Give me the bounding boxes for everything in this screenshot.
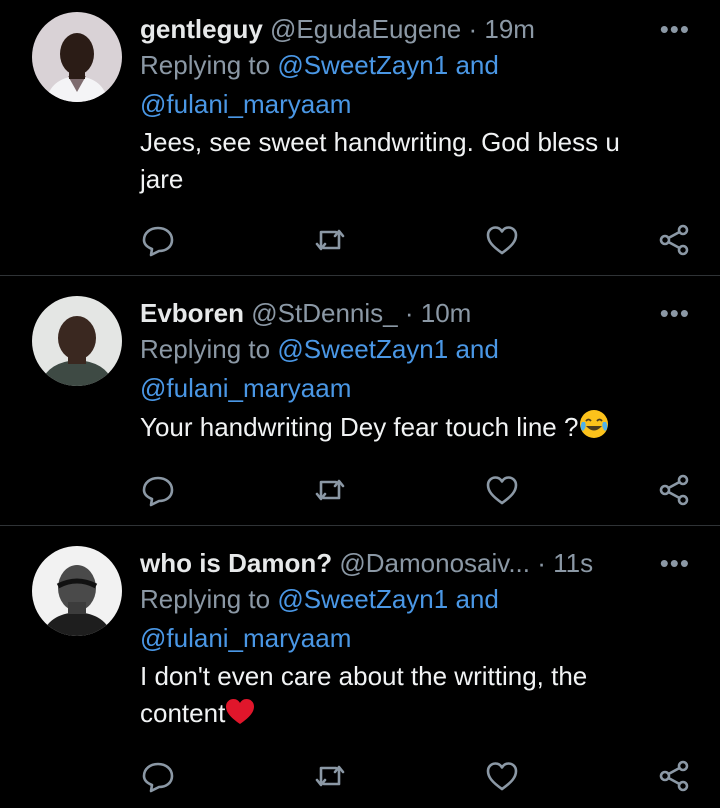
reply-icon[interactable] [140, 222, 176, 258]
reply-icon[interactable] [140, 472, 176, 508]
tweet-header: who is Damon? @Damonosaiv... · 11s [140, 546, 720, 580]
separator-dot: · [468, 14, 478, 44]
replying-to: Replying to @SweetZayn1 and @fulani_mary… [140, 330, 720, 408]
mention-link[interactable]: @fulani_maryaam [140, 373, 351, 403]
mention-and[interactable]: and [455, 334, 498, 364]
reply-icon[interactable] [140, 758, 176, 794]
retweet-icon[interactable] [312, 222, 348, 258]
tweet-text-line: content [140, 698, 226, 728]
mention-link[interactable]: @SweetZayn1 [277, 50, 448, 80]
tweet-actions [140, 472, 700, 508]
face-with-tears-of-joy-icon [580, 410, 609, 438]
mention-link[interactable]: @SweetZayn1 [277, 334, 448, 364]
tweet-text-line: Your handwriting Dey fear touch line ? [140, 412, 579, 442]
tweet-text-line: jare [140, 164, 184, 194]
replying-to-label: Replying to [140, 584, 271, 614]
tweet-text: I don't even care about the writting, th… [140, 658, 720, 732]
tweet-text-line: Jees, see sweet handwriting. God bless u [140, 127, 620, 157]
mention-link[interactable]: @fulani_maryaam [140, 89, 351, 119]
tweet-header: Evboren @StDennis_ · 10m [140, 296, 720, 330]
avatar-image-icon [32, 546, 122, 636]
user-handle[interactable]: @Damonosaiv... [339, 548, 530, 578]
user-handle[interactable]: @StDennis_ [251, 298, 397, 328]
more-options-icon[interactable]: ••• [660, 298, 690, 329]
display-name[interactable]: Evboren [140, 298, 244, 328]
replying-to-label: Replying to [140, 50, 271, 80]
avatar[interactable] [32, 12, 122, 102]
replying-to: Replying to @SweetZayn1 and @fulani_mary… [140, 580, 720, 658]
timestamp[interactable]: 19m [484, 14, 535, 44]
display-name[interactable]: who is Damon? [140, 548, 332, 578]
tweet-text: Your handwriting Dey fear touch line ? [140, 408, 720, 446]
tweet-reply[interactable]: gentleguy @EgudaEugene · 19m Replying to… [0, 0, 720, 276]
replying-to-label: Replying to [140, 334, 271, 364]
like-heart-icon[interactable] [484, 472, 520, 508]
mention-and[interactable]: and [455, 584, 498, 614]
retweet-icon[interactable] [312, 472, 348, 508]
tweet-actions [140, 758, 700, 794]
like-heart-icon[interactable] [484, 758, 520, 794]
replying-to: Replying to @SweetZayn1 and @fulani_mary… [140, 46, 720, 124]
mention-link[interactable]: @SweetZayn1 [277, 584, 448, 614]
avatar-image-icon [32, 12, 122, 102]
tweet-header: gentleguy @EgudaEugene · 19m [140, 12, 720, 46]
mention-and[interactable]: and [455, 50, 498, 80]
like-heart-icon[interactable] [484, 222, 520, 258]
red-heart-icon [226, 699, 255, 724]
separator-dot: · [404, 298, 414, 328]
tweet-actions [140, 222, 700, 258]
avatar[interactable] [32, 296, 122, 386]
tweet-text-line: I don't even care about the writting, th… [140, 661, 588, 691]
mention-link[interactable]: @fulani_maryaam [140, 623, 351, 653]
avatar[interactable] [32, 546, 122, 636]
tweet-text: Jees, see sweet handwriting. God bless u… [140, 124, 720, 198]
display-name[interactable]: gentleguy [140, 14, 263, 44]
timestamp[interactable]: 10m [421, 298, 472, 328]
share-icon[interactable] [656, 758, 692, 794]
avatar-image-icon [32, 296, 122, 386]
tweet-reply[interactable]: who is Damon? @Damonosaiv... · 11s Reply… [0, 526, 720, 808]
share-icon[interactable] [656, 472, 692, 508]
tweet-reply[interactable]: Evboren @StDennis_ · 10m Replying to @Sw… [0, 276, 720, 526]
separator-dot: · [537, 548, 546, 578]
share-icon[interactable] [656, 222, 692, 258]
more-options-icon[interactable]: ••• [660, 14, 690, 45]
more-options-icon[interactable]: ••• [660, 548, 690, 579]
timestamp[interactable]: 11s [553, 548, 593, 578]
user-handle[interactable]: @EgudaEugene [270, 14, 461, 44]
retweet-icon[interactable] [312, 758, 348, 794]
